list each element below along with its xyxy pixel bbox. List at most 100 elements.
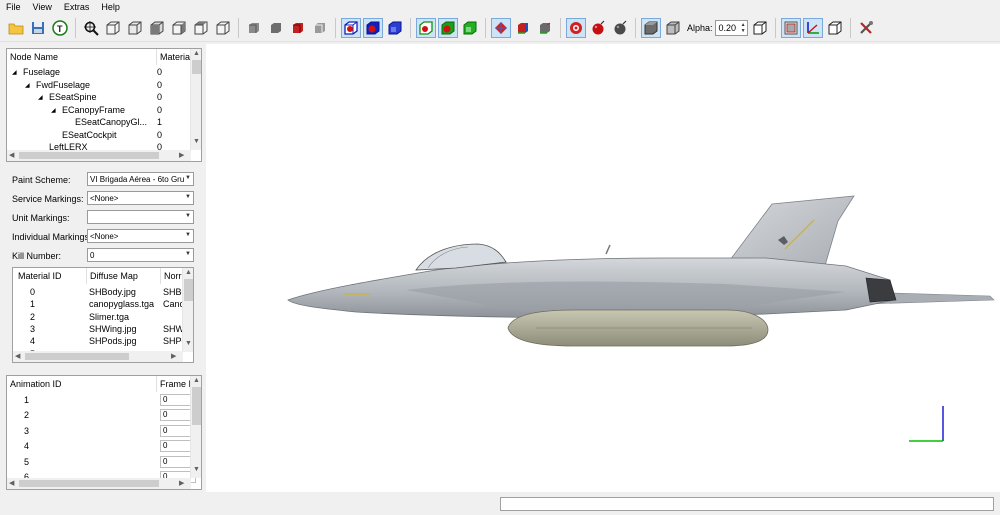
material-id-header[interactable]: Material ID (13, 268, 87, 284)
table-row[interactable]: 0 SHBody.jpg SHBo (13, 287, 187, 299)
table-row[interactable]: 3 SHWing.jpg SHW (13, 324, 184, 336)
table-row[interactable]: 4 SHPods.jpg SHPo (13, 336, 187, 348)
node-tree-vscrollbar[interactable]: ▲ ▼ (190, 49, 201, 150)
individual-markings-combo[interactable]: <None> ▼ (87, 229, 194, 243)
tools-icon[interactable] (856, 18, 876, 38)
bbox-green-wire-icon[interactable] (460, 18, 480, 38)
cube-solid-icon[interactable] (641, 17, 661, 38)
table-row[interactable]: 1 canopyglass.tga Canc (13, 299, 184, 311)
tree-node[interactable]: ESeatCanopyGl... 1 (7, 117, 191, 129)
tree-node[interactable]: ◢ ECanopyFrame 0 (7, 105, 191, 117)
scroll-left-icon[interactable]: ◀ (15, 352, 20, 360)
view-right-icon[interactable] (169, 18, 189, 38)
mesh-multi-icon[interactable] (513, 18, 533, 38)
mesh-green-icon[interactable] (535, 18, 555, 38)
scroll-thumb[interactable] (19, 152, 159, 159)
scroll-thumb[interactable] (184, 279, 193, 301)
save-icon[interactable] (28, 18, 48, 38)
frame-id-header[interactable]: Frame ID (157, 376, 191, 392)
shade-light-icon[interactable] (310, 18, 330, 38)
diffuse-map-header[interactable]: Diffuse Map (87, 268, 161, 284)
expand-arrow-icon[interactable]: ◢ (12, 69, 17, 76)
view-front-icon[interactable] (103, 18, 123, 38)
scroll-thumb[interactable] (192, 387, 201, 425)
scroll-left-icon[interactable]: ◀ (9, 479, 14, 487)
animations-table[interactable]: Animation ID Frame ID 102030405060 ▲ ▼ ◀… (6, 375, 202, 490)
animation-id-header[interactable]: Animation ID (7, 376, 157, 392)
menu-help[interactable]: Help (95, 0, 126, 14)
tree-node[interactable]: ◢ FwdFuselage 0 (7, 80, 191, 92)
menu-view[interactable]: View (27, 0, 58, 14)
tree-node[interactable]: ◢ ESeatSpine 0 (7, 92, 191, 104)
menu-file[interactable]: File (0, 0, 27, 14)
scroll-up-icon[interactable]: ▲ (185, 269, 192, 276)
3d-viewport[interactable] (206, 44, 1000, 492)
scroll-down-icon[interactable]: ▼ (193, 466, 200, 473)
alpha-spinbox[interactable]: 0.20 ▲ ▼ (714, 19, 748, 36)
view-left-icon[interactable] (147, 18, 167, 38)
tree-node[interactable]: ◢ Fuselage 0 (7, 67, 191, 79)
table-row[interactable]: 30 (7, 424, 196, 439)
scroll-right-icon[interactable]: ▶ (171, 352, 176, 360)
material-header[interactable]: Material (157, 49, 191, 65)
tree-node[interactable]: ESeatCockpit 0 (7, 130, 191, 142)
expand-arrow-icon[interactable]: ◢ (51, 107, 56, 114)
bbox-red-icon[interactable] (363, 17, 383, 38)
chevron-down-icon[interactable]: ▼ (185, 213, 191, 219)
unit-markings-combo[interactable]: ▼ (87, 210, 194, 224)
view-iso-icon[interactable] (213, 18, 233, 38)
shade-red-icon[interactable] (288, 18, 308, 38)
bomb-icon[interactable] (588, 18, 608, 38)
table-row[interactable]: 40 (7, 440, 196, 454)
bbox-blue-solid-icon[interactable] (385, 18, 405, 38)
texture-icon[interactable]: T (50, 18, 70, 38)
expand-arrow-icon[interactable]: ◢ (25, 82, 30, 89)
materials-hscrollbar[interactable]: ◀ ▶ (13, 351, 183, 362)
chevron-down-icon[interactable]: ▼ (185, 175, 191, 181)
bbox-blue-icon[interactable] (341, 17, 361, 38)
paint-scheme-combo[interactable]: VI Brigada Aérea - 6to Gru ▼ (87, 172, 194, 186)
table-row[interactable]: 20 (7, 409, 196, 423)
kill-number-combo[interactable]: 0 ▼ (87, 248, 194, 262)
axes-icon[interactable] (802, 17, 823, 38)
view-back-icon[interactable] (125, 18, 145, 38)
bbox-green-solid-icon[interactable] (438, 17, 458, 38)
scroll-thumb[interactable] (192, 60, 201, 74)
bbox-green-icon[interactable] (416, 17, 436, 38)
scroll-down-icon[interactable]: ▼ (193, 138, 200, 145)
open-icon[interactable] (6, 18, 26, 38)
table-row[interactable]: 50 (7, 455, 196, 470)
view-top-icon[interactable] (191, 18, 211, 38)
spin-arrows-icon[interactable]: ▲ ▼ (741, 22, 746, 34)
chevron-down-icon[interactable]: ▼ (185, 194, 191, 200)
cube-wire-icon[interactable] (663, 18, 683, 38)
table-row[interactable]: 10 (7, 394, 196, 408)
zoom-fit-icon[interactable] (81, 18, 101, 38)
animations-hscrollbar[interactable]: ◀ ▶ (7, 478, 191, 489)
box-icon[interactable] (825, 18, 845, 38)
texture-view-icon[interactable] (780, 17, 801, 38)
expand-arrow-icon[interactable]: ◢ (38, 94, 43, 101)
materials-table[interactable]: Material ID Diffuse Map Norr 0 SHBody.jpg… (12, 267, 194, 363)
scroll-thumb[interactable] (25, 353, 129, 360)
scroll-up-icon[interactable]: ▲ (193, 50, 200, 57)
bomb-dark-icon[interactable] (610, 18, 630, 38)
table-row[interactable]: 2 Slimer.tga (13, 312, 183, 324)
materials-vscrollbar[interactable]: ▲ ▼ (182, 268, 193, 352)
node-tree-hscrollbar[interactable]: ◀ ▶ (7, 150, 191, 161)
mesh-red-icon[interactable] (491, 17, 511, 38)
shade-gray-icon[interactable] (244, 18, 264, 38)
node-tree[interactable]: Node Name Material ◢ Fuselage 0 ◢ FwdFuselag… (6, 48, 202, 162)
shade-solid-icon[interactable] (266, 18, 286, 38)
scroll-right-icon[interactable]: ▶ (179, 479, 184, 487)
animations-vscrollbar[interactable]: ▲ ▼ (190, 376, 201, 478)
menu-extras[interactable]: Extras (58, 0, 96, 14)
service-markings-combo[interactable]: <None> ▼ (87, 191, 194, 205)
chevron-down-icon[interactable]: ▼ (185, 251, 191, 257)
scroll-right-icon[interactable]: ▶ (179, 151, 184, 159)
scroll-left-icon[interactable]: ◀ (9, 151, 14, 159)
node-name-header[interactable]: Node Name (7, 49, 157, 65)
cube-outline-icon[interactable] (750, 18, 770, 38)
chevron-down-icon[interactable]: ▼ (185, 232, 191, 238)
scroll-thumb[interactable] (19, 480, 159, 487)
